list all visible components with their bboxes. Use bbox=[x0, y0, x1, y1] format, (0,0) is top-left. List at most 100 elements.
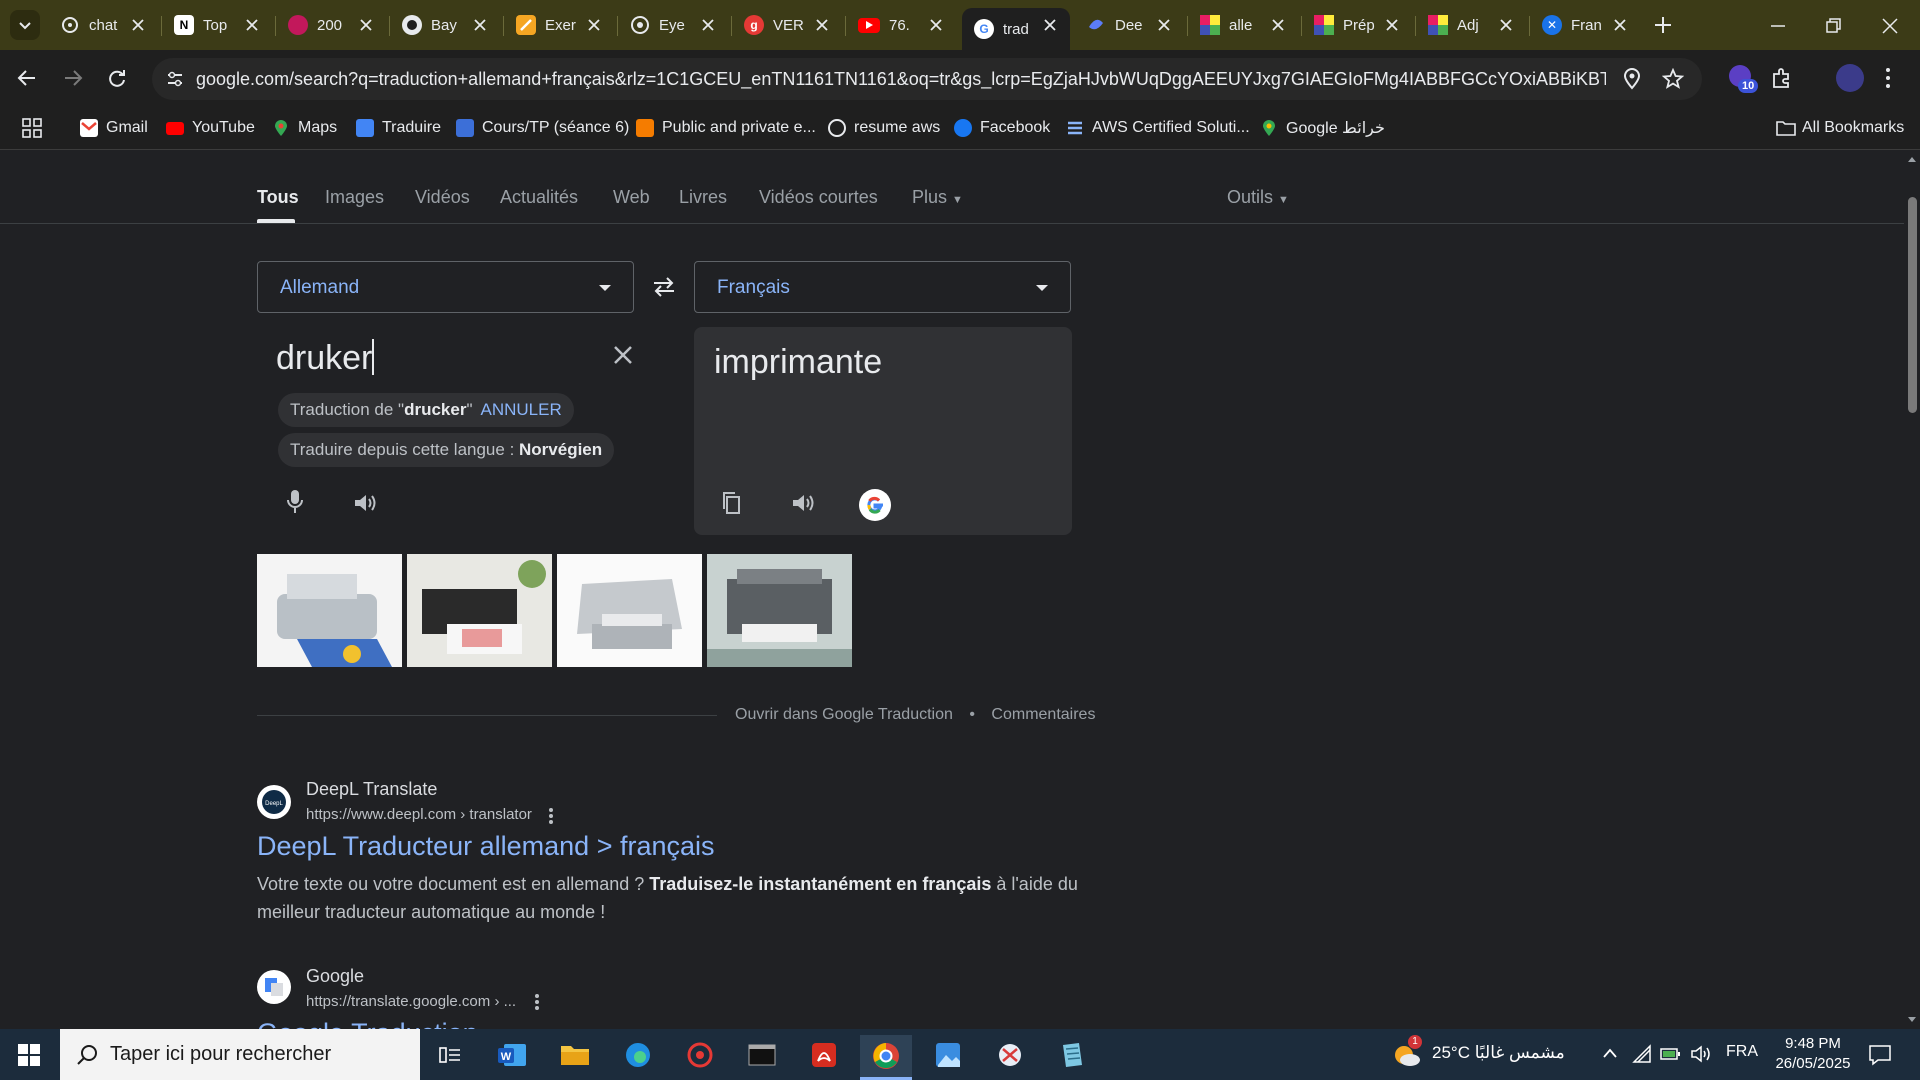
printer-image-2[interactable] bbox=[407, 554, 552, 667]
printer-image-3[interactable] bbox=[557, 554, 702, 667]
tools-button[interactable]: Outils ▼ bbox=[1227, 187, 1289, 208]
close-icon[interactable] bbox=[586, 17, 602, 33]
browser-tab[interactable]: Dee bbox=[1074, 8, 1184, 42]
taskbar-search-box[interactable]: Taper ici pour rechercher bbox=[60, 1029, 420, 1080]
chevron-up-icon[interactable] bbox=[1602, 1047, 1618, 1059]
notifications-icon[interactable] bbox=[1868, 1043, 1892, 1067]
scrollbar-thumb[interactable] bbox=[1908, 197, 1917, 413]
browser-tab[interactable]: N Top bbox=[162, 8, 272, 42]
battery-icon[interactable] bbox=[1660, 1045, 1682, 1063]
windows-start-icon[interactable] bbox=[18, 1044, 40, 1066]
page-scrollbar[interactable] bbox=[1904, 151, 1920, 1029]
taskbar-terminal[interactable] bbox=[736, 1035, 788, 1075]
open-google-translate-link[interactable]: Ouvrir dans Google Traduction bbox=[735, 706, 953, 723]
bookmark-gmail[interactable]: Gmail bbox=[80, 116, 148, 140]
taskbar-app-red[interactable] bbox=[674, 1035, 726, 1075]
browser-tab[interactable]: Prép bbox=[1302, 8, 1412, 42]
bookmark-maps[interactable]: Maps bbox=[272, 116, 337, 140]
source-text-input[interactable]: druker bbox=[276, 339, 375, 378]
bookmark-public-private[interactable]: Public and private e... bbox=[636, 116, 816, 140]
detect-language-chip[interactable]: Traduire depuis cette langue : Norvégien bbox=[278, 433, 615, 467]
speaker-icon[interactable] bbox=[790, 491, 816, 515]
source-language-select[interactable]: Allemand bbox=[257, 261, 634, 313]
tab-videos[interactable]: Vidéos bbox=[415, 187, 470, 208]
close-icon[interactable] bbox=[700, 17, 716, 33]
bookmark-google-maps-ar[interactable]: Google خرائط bbox=[1260, 116, 1385, 140]
cancel-suggestion-link[interactable]: ANNULER bbox=[481, 400, 562, 419]
result-url[interactable]: https://translate.google.com › ... bbox=[306, 993, 516, 1010]
address-bar[interactable]: google.com/search?q=traduction+allemand+… bbox=[152, 58, 1702, 100]
copy-icon[interactable] bbox=[720, 490, 742, 516]
close-icon[interactable] bbox=[472, 17, 488, 33]
weather-widget-icon[interactable]: 1 bbox=[1392, 1035, 1422, 1069]
extensions-puzzle-icon[interactable] bbox=[1770, 66, 1794, 90]
browser-tab[interactable]: 200 bbox=[276, 8, 386, 42]
input-language[interactable]: FRA bbox=[1726, 1043, 1758, 1061]
extension-button[interactable]: 10 bbox=[1726, 62, 1759, 94]
close-icon[interactable] bbox=[1384, 17, 1400, 33]
restore-icon[interactable] bbox=[1824, 16, 1844, 36]
browser-tab[interactable]: Exer bbox=[504, 8, 614, 42]
taskbar-notepad[interactable] bbox=[1046, 1035, 1098, 1075]
microphone-icon[interactable] bbox=[285, 488, 305, 516]
close-icon[interactable] bbox=[814, 17, 830, 33]
browser-tab[interactable]: 76. bbox=[846, 8, 956, 42]
bookmark-aws[interactable]: AWS Certified Soluti... bbox=[1066, 116, 1250, 140]
close-icon[interactable] bbox=[1498, 17, 1514, 33]
tab-more[interactable]: Plus ▼ bbox=[912, 187, 963, 208]
browser-tab[interactable]: g VER bbox=[732, 8, 842, 42]
tab-search-button[interactable] bbox=[10, 10, 40, 40]
clear-text-icon[interactable] bbox=[612, 344, 634, 366]
scroll-up-arrow-icon[interactable] bbox=[1907, 155, 1917, 163]
back-arrow-icon[interactable] bbox=[16, 67, 38, 89]
browser-tab[interactable]: alle bbox=[1188, 8, 1298, 42]
close-icon[interactable] bbox=[1156, 17, 1172, 33]
taskbar-word[interactable]: W bbox=[487, 1035, 539, 1075]
more-menu-icon[interactable] bbox=[1884, 66, 1892, 90]
feedback-link[interactable]: Commentaires bbox=[991, 706, 1095, 723]
close-icon[interactable] bbox=[1612, 17, 1628, 33]
taskbar-snipping[interactable] bbox=[984, 1035, 1036, 1075]
weather-text[interactable]: 25°C مشمس غالبًا bbox=[1432, 1043, 1565, 1063]
result-url[interactable]: https://www.deepl.com › translator bbox=[306, 806, 532, 823]
forward-arrow-icon[interactable] bbox=[62, 67, 84, 89]
result-site-name[interactable]: Google bbox=[306, 966, 364, 987]
browser-tab[interactable]: chat bbox=[48, 8, 158, 42]
close-icon[interactable] bbox=[928, 17, 944, 33]
taskbar-photos[interactable] bbox=[922, 1035, 974, 1075]
bookmark-traduire[interactable]: Traduire bbox=[356, 116, 441, 140]
bookmark-star-icon[interactable] bbox=[1662, 68, 1684, 90]
network-icon[interactable] bbox=[1632, 1044, 1652, 1064]
minimize-icon[interactable] bbox=[1768, 16, 1788, 36]
printer-image-4[interactable] bbox=[707, 554, 852, 667]
target-language-select[interactable]: Français bbox=[694, 261, 1071, 313]
tab-all[interactable]: Tous bbox=[257, 187, 299, 208]
close-icon[interactable] bbox=[358, 17, 374, 33]
result-title-link[interactable]: DeepL Traducteur allemand > français bbox=[257, 831, 715, 862]
result-title-link[interactable]: Google Traduction bbox=[257, 1018, 478, 1029]
printer-image-1[interactable] bbox=[257, 554, 402, 667]
profile-avatar[interactable] bbox=[1836, 64, 1864, 92]
browser-tab[interactable]: Adj bbox=[1416, 8, 1526, 42]
reload-icon[interactable] bbox=[106, 67, 128, 89]
new-tab-plus-icon[interactable] bbox=[1652, 14, 1674, 36]
browser-tab[interactable]: ✕ Fran bbox=[1530, 8, 1640, 42]
tab-news[interactable]: Actualités bbox=[500, 187, 578, 208]
tab-books[interactable]: Livres bbox=[679, 187, 727, 208]
window-close-icon[interactable] bbox=[1880, 16, 1900, 36]
task-view-button[interactable] bbox=[424, 1035, 476, 1075]
tab-web[interactable]: Web bbox=[613, 187, 650, 208]
location-pin-icon[interactable] bbox=[1622, 68, 1642, 90]
close-icon[interactable] bbox=[244, 17, 260, 33]
tab-short-videos[interactable]: Vidéos courtes bbox=[759, 187, 878, 208]
taskbar-acrobat[interactable] bbox=[798, 1035, 850, 1075]
speaker-icon[interactable] bbox=[352, 491, 378, 515]
more-options-icon[interactable] bbox=[534, 993, 540, 1011]
apps-grid-icon[interactable] bbox=[22, 118, 42, 138]
swap-languages-icon[interactable] bbox=[651, 275, 677, 299]
taskbar-chrome-active[interactable] bbox=[860, 1035, 912, 1080]
close-icon[interactable] bbox=[130, 17, 146, 33]
clock[interactable]: 9:48 PM 26/05/2025 bbox=[1770, 1034, 1856, 1074]
spelling-suggestion-chip[interactable]: Traduction de "drucker" ANNULER bbox=[278, 393, 574, 427]
bookmark-cours[interactable]: Cours/TP (séance 6) bbox=[456, 116, 629, 140]
